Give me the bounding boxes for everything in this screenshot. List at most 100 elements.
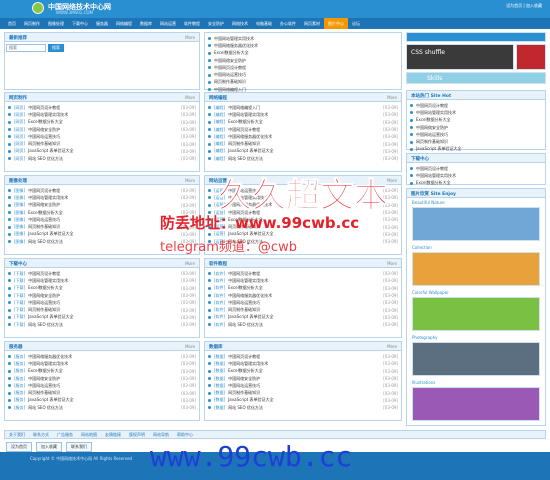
list-item[interactable]: 中国网络安全防护 bbox=[208, 57, 398, 64]
list-item-title[interactable]: Excel数据分析大全 bbox=[28, 368, 178, 374]
list-item-title[interactable]: 中国网络安全防护 bbox=[228, 376, 380, 382]
list-item-title[interactable]: 中国网站运营技巧 bbox=[28, 300, 178, 306]
list-item-category[interactable]: [数据] bbox=[214, 354, 225, 360]
list-item-title[interactable]: 网站 SEO 优化方法 bbox=[228, 405, 380, 411]
list-item-category[interactable]: [服务] bbox=[14, 368, 25, 374]
nav-item[interactable]: 网页制作 bbox=[20, 18, 44, 29]
list-item-category[interactable]: [图像] bbox=[14, 231, 25, 237]
list-item[interactable]: [下载] 中国网站运营技巧 [03-09] bbox=[8, 299, 196, 306]
list-item-title[interactable]: JavaScript 表单验证大全 bbox=[28, 397, 178, 403]
list-item[interactable]: [服务] JavaScript 表单验证大全 [03-09] bbox=[8, 397, 196, 404]
list-item[interactable]: [网页] 中国网络安全防护 [03-09] bbox=[8, 126, 196, 133]
list-item[interactable]: [软件] 中国网站管理实用技术 [03-09] bbox=[208, 277, 398, 284]
list-item[interactable]: 中国网页设计教程 bbox=[410, 165, 542, 172]
thumbnail-image[interactable] bbox=[412, 297, 540, 331]
list-item-category[interactable]: [服务] bbox=[14, 376, 25, 382]
section-more-link[interactable]: More bbox=[387, 261, 397, 266]
ad-css-shuffle[interactable]: CSS shuffle bbox=[406, 44, 514, 70]
list-item-title[interactable]: 网站 SEO 优化方法 bbox=[28, 239, 178, 245]
list-item[interactable]: 中国网站管理实用技术 bbox=[208, 35, 398, 42]
thumbnail-image[interactable] bbox=[412, 252, 540, 286]
list-item[interactable]: [服务] 中国网站管理实用技术 [03-09] bbox=[8, 360, 196, 367]
list-item-category[interactable]: [图像] bbox=[14, 195, 25, 201]
list-item[interactable]: [网页] 中国网页设计教程 [03-09] bbox=[8, 104, 196, 111]
nav-item[interactable]: 网络技术 bbox=[228, 18, 252, 29]
list-item-category[interactable]: [图像] bbox=[14, 239, 25, 245]
list-item[interactable]: 中国网络安全防护 bbox=[410, 124, 542, 131]
list-item-title[interactable]: 中国网络服务器优化技术 bbox=[228, 293, 380, 299]
list-item-title[interactable]: Excel数据分析大全 bbox=[28, 119, 178, 125]
list-item-category[interactable]: [编程] bbox=[214, 156, 225, 162]
site-logo-icon[interactable] bbox=[32, 2, 44, 14]
list-item-title[interactable]: 中国网站管理实用技术 bbox=[228, 361, 380, 367]
footer-link[interactable]: 联系方式 bbox=[33, 431, 49, 438]
list-item-title[interactable]: JavaScript 表单验证大全 bbox=[416, 146, 542, 152]
list-item[interactable]: 中国网站运营技巧 bbox=[208, 71, 398, 78]
list-item[interactable]: [下载] 中国网络安全防护 [03-09] bbox=[8, 292, 196, 299]
featured-more-link[interactable]: More bbox=[185, 35, 195, 40]
list-item-title[interactable]: Excel数据分析大全 bbox=[28, 210, 178, 216]
list-item[interactable]: [下载] Excel数据分析大全 [03-09] bbox=[8, 285, 196, 292]
list-item[interactable]: [服务] 网页制作基础知识 [03-09] bbox=[8, 389, 196, 396]
list-item[interactable]: [服务] Excel数据分析大全 [03-09] bbox=[8, 368, 196, 375]
list-item-title[interactable]: Excel数据分析大全 bbox=[228, 119, 380, 125]
footer-link[interactable]: 广告服务 bbox=[57, 431, 73, 438]
list-item[interactable]: [软件] 中国网络服务器优化技术 [03-09] bbox=[208, 292, 398, 299]
list-item[interactable]: [编程] 网页制作基础知识 [03-09] bbox=[208, 140, 398, 147]
nav-item[interactable]: 网络编程 bbox=[112, 18, 136, 29]
list-item[interactable]: [网页] 中国网站管理实用技术 [03-09] bbox=[8, 111, 196, 118]
list-item[interactable]: [服务] 网站 SEO 优化方法 [03-09] bbox=[8, 404, 196, 411]
sidebar-banner[interactable] bbox=[406, 32, 546, 42]
list-item-title[interactable]: 中国网站运营技巧 bbox=[228, 383, 380, 389]
section-title[interactable]: 网络编程 bbox=[209, 95, 227, 101]
section-more-link[interactable]: More bbox=[185, 95, 195, 100]
list-item-title[interactable]: Excel数据分析大全 bbox=[214, 50, 398, 56]
list-item-title[interactable]: 中国网站管理实用技术 bbox=[228, 278, 380, 284]
list-item-category[interactable]: [数据] bbox=[214, 405, 225, 411]
list-item-category[interactable]: [编程] bbox=[214, 148, 225, 154]
list-item-category[interactable]: [数据] bbox=[214, 397, 225, 403]
list-item-title[interactable]: JavaScript 表单验证大全 bbox=[228, 148, 380, 154]
list-item[interactable]: [网页] 网页制作基础知识 [03-09] bbox=[8, 140, 196, 147]
list-item-category[interactable]: [下载] bbox=[14, 314, 25, 320]
section-title[interactable]: 服务器 bbox=[9, 344, 23, 350]
list-item-category[interactable]: [编程] bbox=[214, 119, 225, 125]
section-more-link[interactable]: More bbox=[185, 344, 195, 349]
list-item[interactable]: [下载] 网页制作基础知识 [03-09] bbox=[8, 306, 196, 313]
list-item[interactable]: [软件] Excel数据分析大全 [03-09] bbox=[208, 285, 398, 292]
list-item[interactable]: [图像] 中国网站管理实用技术 [03-09] bbox=[8, 194, 196, 201]
list-item[interactable]: 中国网络服务器优化技术 bbox=[208, 42, 398, 49]
list-item-category[interactable]: [编程] bbox=[214, 112, 225, 118]
list-item-title[interactable]: 中国网站管理实用技术 bbox=[214, 36, 398, 42]
list-item-category[interactable]: [网页] bbox=[14, 112, 25, 118]
list-item-title[interactable]: 网页制作基础知识 bbox=[416, 139, 542, 145]
list-item-title[interactable]: JavaScript 表单验证大全 bbox=[28, 231, 178, 237]
section-title[interactable]: 软件教程 bbox=[209, 261, 227, 267]
section-more-link[interactable]: More bbox=[185, 261, 195, 266]
list-item-title[interactable]: 网站 SEO 优化方法 bbox=[228, 156, 380, 162]
list-item-title[interactable]: 网站 SEO 优化方法 bbox=[28, 156, 178, 162]
thumbnail-caption[interactable]: Illustrations bbox=[412, 380, 435, 385]
list-item[interactable]: [服务] 中国网站运营技巧 [03-09] bbox=[8, 382, 196, 389]
list-item-category[interactable]: [图像] bbox=[14, 202, 25, 208]
list-item-category[interactable]: [服务] bbox=[14, 405, 25, 411]
list-item-title[interactable]: 网站 SEO 优化方法 bbox=[28, 322, 178, 328]
list-item-title[interactable]: 中国网络安全防护 bbox=[416, 125, 542, 131]
list-item-category[interactable]: [下载] bbox=[14, 307, 25, 313]
ad-skills[interactable]: Skills bbox=[406, 72, 546, 84]
list-item-title[interactable]: Excel数据分析大全 bbox=[416, 117, 542, 123]
list-item-title[interactable]: 中国网页设计教程 bbox=[28, 188, 178, 194]
thumbnail-image[interactable] bbox=[412, 387, 540, 421]
list-item-title[interactable]: Excel数据分析大全 bbox=[228, 368, 380, 374]
nav-item[interactable]: 安全防护 bbox=[204, 18, 228, 29]
list-item-title[interactable]: Excel数据分析大全 bbox=[416, 180, 542, 186]
nav-item[interactable]: 电脑基础 bbox=[252, 18, 276, 29]
thumbnail-image[interactable] bbox=[412, 342, 540, 376]
list-item-title[interactable]: 中国网站管理实用技术 bbox=[28, 361, 178, 367]
list-item[interactable]: [服务] 中国网络安全防护 [03-09] bbox=[8, 375, 196, 382]
list-item-title[interactable]: 中国网络安全防护 bbox=[28, 293, 178, 299]
top-links[interactable]: 设为首页 | 加入收藏 bbox=[506, 3, 542, 9]
list-item-category[interactable]: [编程] bbox=[214, 105, 225, 111]
thumbnail-caption[interactable]: Photography bbox=[412, 335, 438, 340]
list-item-title[interactable]: 网页制作基础知识 bbox=[28, 390, 178, 396]
